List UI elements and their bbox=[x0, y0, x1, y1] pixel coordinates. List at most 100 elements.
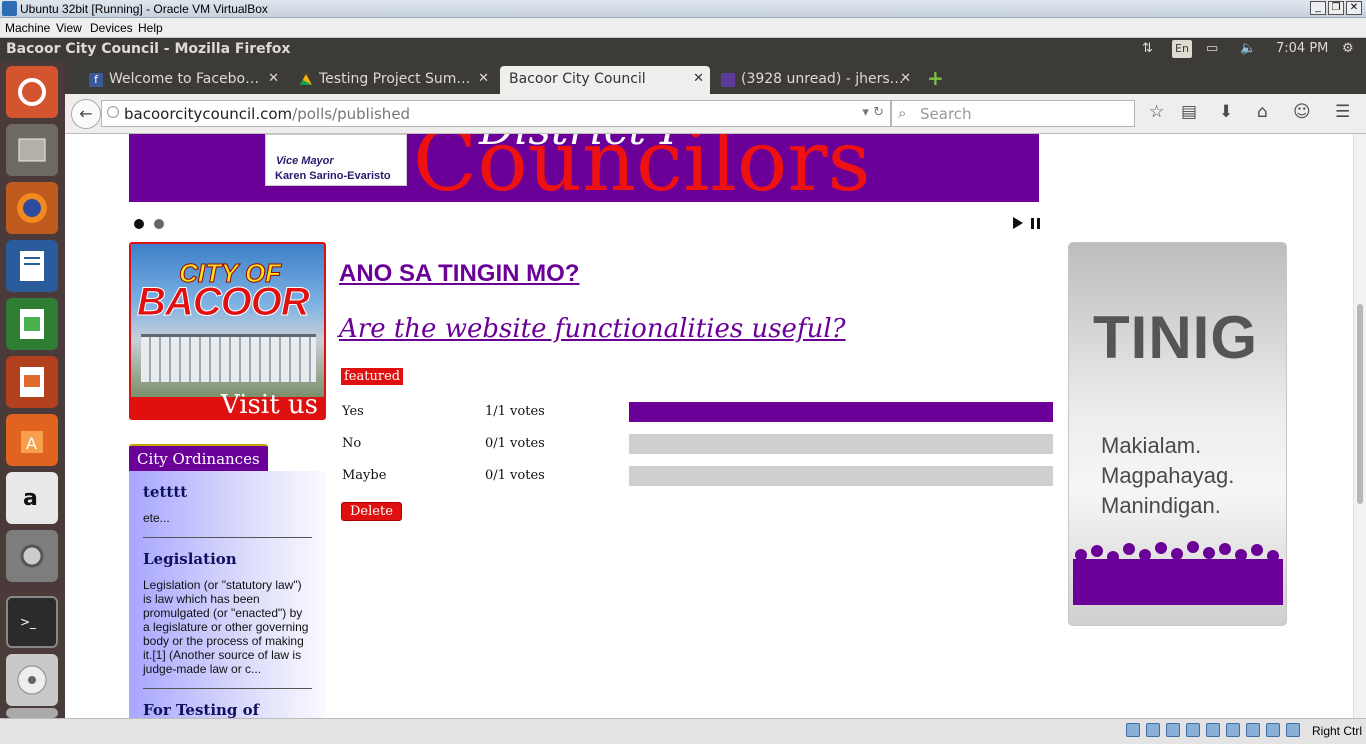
search-input[interactable]: ⌕ Search bbox=[891, 100, 1135, 127]
search-placeholder: Search bbox=[920, 105, 972, 123]
tinig-line: Makialam. bbox=[1101, 433, 1202, 458]
close-button[interactable]: ✕ bbox=[1346, 1, 1362, 15]
reading-list-icon[interactable]: ▤ bbox=[1181, 102, 1197, 122]
tab-close-icon[interactable]: ✕ bbox=[478, 71, 489, 86]
tab-close-icon[interactable]: ✕ bbox=[900, 71, 911, 86]
menu-view[interactable]: View bbox=[56, 21, 82, 35]
tab-close-icon[interactable]: ✕ bbox=[693, 71, 704, 86]
tab-mail[interactable]: (3928 unread) - jhers… ✕ bbox=[715, 66, 917, 94]
svg-text:A: A bbox=[26, 434, 37, 453]
facebook-icon: f bbox=[89, 73, 103, 87]
display-icon[interactable] bbox=[1226, 723, 1240, 737]
ordinance-title[interactable]: tetttt bbox=[143, 483, 312, 501]
tab-close-icon[interactable]: ✕ bbox=[268, 71, 279, 86]
back-button[interactable]: ← bbox=[71, 99, 101, 129]
minimize-button[interactable]: _ bbox=[1310, 1, 1326, 15]
clock[interactable]: 7:04 PM bbox=[1276, 41, 1328, 56]
usb-icon[interactable] bbox=[1166, 723, 1180, 737]
site-info-icon[interactable] bbox=[107, 106, 119, 118]
files-icon[interactable] bbox=[6, 124, 58, 176]
keyboard-layout-indicator[interactable]: En bbox=[1172, 40, 1192, 58]
banner-title: Councilors bbox=[413, 134, 871, 202]
reload-icon[interactable]: ↻ bbox=[873, 105, 884, 120]
ordinance-excerpt: Legislation (or "statutory law") is law … bbox=[143, 578, 309, 676]
visit-bacoor-ad[interactable]: CITY OF BACOOR Visit us bbox=[129, 242, 326, 420]
play-icon[interactable] bbox=[1013, 217, 1023, 229]
tinig-ad[interactable]: TINIG Makialam. Magpahayag. Manindigan. bbox=[1068, 242, 1287, 626]
calc-icon[interactable] bbox=[6, 298, 58, 350]
mail-icon bbox=[721, 73, 735, 87]
amazon-icon[interactable]: a bbox=[6, 472, 58, 524]
ubuntu-dash-icon[interactable] bbox=[6, 66, 58, 118]
slide-dot-1[interactable] bbox=[134, 219, 144, 229]
dropdown-arrow-icon[interactable]: ▾ bbox=[862, 105, 869, 120]
cpu-icon[interactable] bbox=[1266, 723, 1280, 737]
restore-button[interactable]: ❐ bbox=[1328, 1, 1344, 15]
tab-label: (3928 unread) - jhers… bbox=[741, 71, 904, 87]
delete-button[interactable]: Delete bbox=[341, 502, 402, 521]
hard-disk-icon[interactable] bbox=[1126, 723, 1140, 737]
search-icon: ⌕ bbox=[898, 104, 907, 122]
poll-option-votes: 0/1 votes bbox=[485, 436, 545, 451]
ordinance-title[interactable]: Legislation bbox=[143, 550, 312, 568]
pause-icon[interactable] bbox=[1031, 218, 1040, 229]
url-bar[interactable]: bacoorcitycouncil.com/polls/published ▾ … bbox=[101, 100, 891, 127]
tinig-title: TINIG bbox=[1093, 304, 1258, 371]
divider bbox=[143, 537, 312, 538]
home-icon[interactable]: ⌂ bbox=[1257, 102, 1268, 122]
impress-icon[interactable] bbox=[6, 356, 58, 408]
city-ordinances-tab[interactable]: City Ordinances bbox=[129, 444, 268, 471]
tab-label: Testing Project Sum… bbox=[319, 71, 471, 87]
tab-label: Bacoor City Council bbox=[509, 71, 646, 87]
terminal-icon[interactable]: >_ bbox=[6, 596, 58, 648]
svg-text:a: a bbox=[23, 486, 38, 511]
poll-section: ANO SA TINGIN MO? Are the website functi… bbox=[339, 260, 1059, 521]
menu-machine[interactable]: Machine bbox=[5, 21, 50, 35]
volume-icon[interactable]: 🔈 bbox=[1240, 41, 1256, 56]
poll-question-link[interactable]: Are the website functionalities useful? bbox=[339, 314, 1059, 344]
vbox-window-title: Ubuntu 32bit [Running] - Oracle VM Virtu… bbox=[20, 2, 268, 16]
city-hall-image bbox=[141, 334, 316, 382]
network-icon[interactable]: ⇅ bbox=[1142, 41, 1153, 56]
power-gear-icon[interactable]: ⚙ bbox=[1342, 41, 1354, 56]
poll-heading-link[interactable]: ANO SA TINGIN MO? bbox=[339, 260, 579, 288]
drive-icon[interactable] bbox=[6, 708, 58, 718]
network-adapter-icon[interactable] bbox=[1186, 723, 1200, 737]
chat-icon[interactable]: ☺ bbox=[1293, 102, 1311, 122]
software-center-icon[interactable]: A bbox=[6, 414, 58, 466]
optical-drive-icon[interactable] bbox=[1146, 723, 1160, 737]
councilors-banner: District I Councilors Vice Mayor Karen S… bbox=[129, 134, 1039, 202]
url-domain: bacoorcitycouncil.com bbox=[124, 105, 293, 123]
new-tab-plus-icon[interactable]: + bbox=[927, 68, 945, 88]
battery-icon[interactable]: ▭ bbox=[1206, 41, 1218, 56]
shared-folders-icon[interactable] bbox=[1206, 723, 1220, 737]
mouse-integration-icon[interactable] bbox=[1286, 723, 1300, 737]
url-path: /polls/published bbox=[292, 105, 411, 123]
vbox-title-bar: Ubuntu 32bit [Running] - Oracle VM Virtu… bbox=[0, 0, 1366, 18]
slide-dot-2[interactable] bbox=[154, 219, 164, 229]
page-scrollbar[interactable] bbox=[1353, 134, 1366, 718]
menu-devices[interactable]: Devices bbox=[90, 21, 133, 35]
menu-help[interactable]: Help bbox=[138, 21, 163, 35]
tab-google-drive[interactable]: Testing Project Sum… ✕ bbox=[293, 66, 495, 94]
dvd-icon[interactable] bbox=[6, 654, 58, 706]
vice-mayor-name: Karen Sarino-Evaristo bbox=[275, 170, 391, 182]
system-settings-icon[interactable] bbox=[6, 530, 58, 582]
tab-bacoor-city-council[interactable]: Bacoor City Council ✕ bbox=[500, 66, 710, 94]
ordinance-title[interactable]: For Testing of bbox=[143, 701, 312, 718]
scrollbar-thumb[interactable] bbox=[1357, 304, 1363, 504]
virtualbox-icon bbox=[2, 1, 17, 16]
poll-vote-bar-fill bbox=[629, 402, 1053, 422]
ubuntu-top-panel: Bacoor City Council - Mozilla Firefox ⇅ … bbox=[0, 38, 1366, 62]
bookmark-star-icon[interactable]: ☆ bbox=[1149, 102, 1164, 122]
video-capture-icon[interactable] bbox=[1246, 723, 1260, 737]
poll-option-label: No bbox=[342, 436, 362, 451]
writer-icon[interactable] bbox=[6, 240, 58, 292]
window-title: Bacoor City Council - Mozilla Firefox bbox=[6, 41, 291, 57]
downloads-icon[interactable]: ⬇ bbox=[1219, 102, 1233, 122]
firefox-icon[interactable] bbox=[6, 182, 58, 234]
menu-hamburger-icon[interactable]: ☰ bbox=[1335, 102, 1350, 122]
unity-launcher: A a >_ bbox=[0, 62, 65, 718]
tab-facebook[interactable]: f Welcome to Facebo… ✕ bbox=[83, 66, 285, 94]
tinig-line: Magpahayag. bbox=[1101, 463, 1235, 488]
